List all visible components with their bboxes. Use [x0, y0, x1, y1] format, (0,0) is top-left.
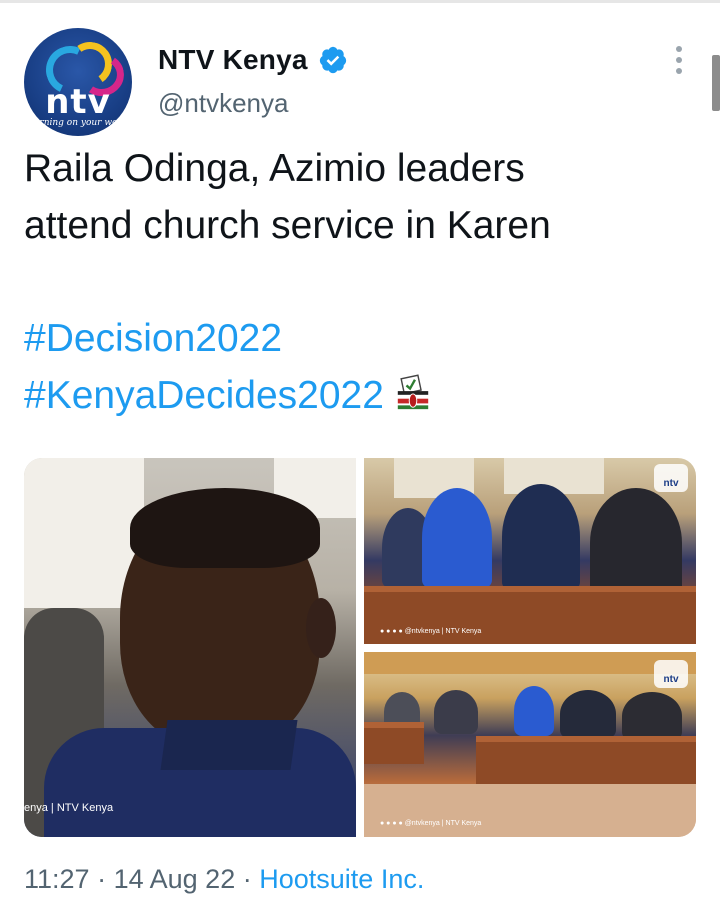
tweet-source-link[interactable]: Hootsuite Inc.	[259, 864, 424, 894]
photo-leaders-praying[interactable]: ntv ● ● ● ● @ntvkenya | NTV Kenya	[364, 458, 696, 644]
tweet-time[interactable]: 11:27	[24, 864, 90, 894]
social-handles-strip: ● ● ● ● @ntvkenya | NTV Kenya	[380, 628, 482, 635]
media-grid: enya | NTV Kenya ntv ● ● ● ● @ntvkenya |…	[24, 458, 696, 837]
avatar[interactable]: ntv turning on your world	[24, 28, 132, 136]
church-pew	[476, 736, 696, 790]
tweet-meta: 11:27 · 14 Aug 22 · Hootsuite Inc.	[24, 864, 424, 895]
ntv-watermark-icon: ntv	[654, 464, 688, 492]
tweet-header: ntv turning on your world NTV Kenya @ntv…	[24, 28, 704, 138]
ear	[306, 598, 336, 658]
photo-raila-closeup[interactable]: enya | NTV Kenya	[24, 458, 356, 837]
ballot-box-icon	[397, 374, 429, 410]
avatar-tagline: turning on your world	[30, 118, 131, 128]
person-puffer-jacket	[590, 488, 682, 598]
handle[interactable]: @ntvkenya	[158, 88, 288, 119]
person-blue-attire	[422, 488, 492, 588]
photo-caption: enya | NTV Kenya	[24, 802, 114, 814]
church-floor	[364, 784, 696, 837]
church-pew	[364, 586, 696, 644]
church-pew	[364, 722, 424, 764]
tweet-text-line-1: Raila Odinga, Azimio leaders	[24, 147, 525, 190]
person	[502, 484, 580, 590]
hashtags: #Decision2022 #KenyaDecides2022	[24, 310, 694, 424]
person-blue-attire	[514, 686, 554, 736]
person	[560, 690, 616, 738]
meta-separator: ·	[97, 864, 107, 894]
display-name[interactable]: NTV Kenya	[158, 44, 308, 76]
person	[434, 690, 478, 734]
tweet-date[interactable]: 14 Aug 22	[114, 864, 236, 894]
more-options-icon[interactable]	[669, 46, 689, 82]
ceiling-band	[364, 652, 696, 674]
hashtag-link[interactable]: #Decision2022	[24, 310, 694, 367]
top-divider	[0, 0, 720, 3]
photo-church-hall[interactable]: ntv ● ● ● ● @ntvkenya | NTV Kenya	[364, 652, 696, 837]
hashtag-link[interactable]: #KenyaDecides2022	[24, 367, 694, 424]
person	[622, 692, 682, 740]
tweet-text: Raila Odinga, Azimio leaders attend chur…	[24, 140, 694, 254]
name-row: NTV Kenya	[158, 44, 348, 76]
social-handles-strip: ● ● ● ● @ntvkenya | NTV Kenya	[380, 820, 482, 827]
shirt-collar	[160, 720, 298, 770]
scrollbar[interactable]	[712, 55, 720, 111]
hair	[130, 488, 320, 568]
ntv-watermark-icon: ntv	[654, 660, 688, 688]
avatar-wordmark: ntv	[45, 82, 111, 122]
verified-badge-icon	[319, 46, 346, 74]
meta-separator: ·	[242, 864, 252, 894]
tweet-text-line-2: attend church service in Karen	[24, 204, 551, 247]
